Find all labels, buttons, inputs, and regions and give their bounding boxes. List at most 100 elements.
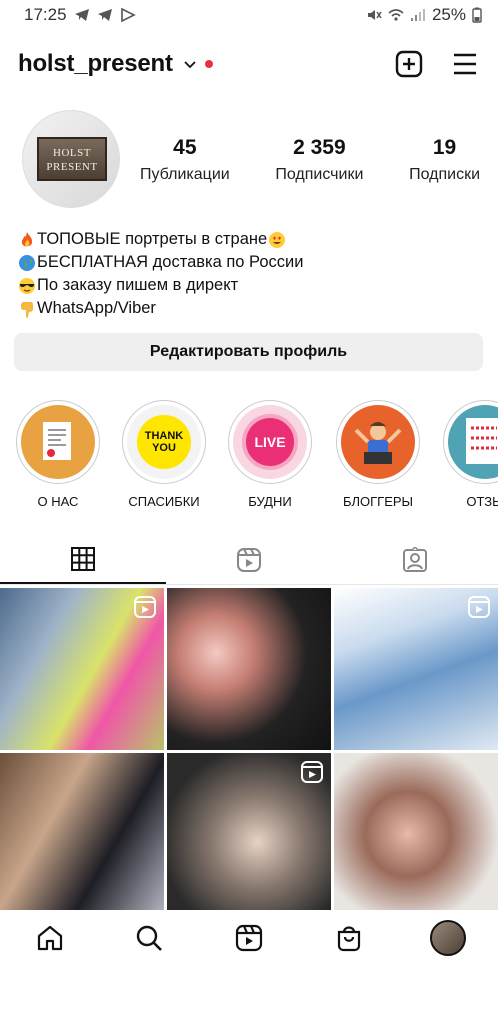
tab-posts[interactable]: [0, 535, 166, 584]
stat-following[interactable]: 19 Подписки: [409, 136, 480, 184]
fire-icon: [21, 231, 33, 246]
highlight-cover: [448, 405, 498, 479]
highlight-bloggers[interactable]: БЛОГГЕРЫ: [336, 400, 420, 509]
battery-icon: [472, 7, 482, 23]
avatar-logo-line1: HOLST: [53, 147, 91, 159]
reel-indicator-icon: [301, 761, 323, 783]
nav-shop[interactable]: [324, 913, 374, 963]
telegram-icon: [97, 9, 112, 21]
hamburger-menu-icon: [454, 53, 476, 75]
username[interactable]: holst_present: [18, 50, 173, 78]
avatar-logo-line2: PRESENT: [46, 161, 98, 173]
edit-profile-button[interactable]: Редактировать профиль: [14, 333, 483, 371]
home-icon: [37, 925, 62, 951]
shopping-bag-icon: [337, 926, 360, 952]
bio-text: БЕСПЛАТНАЯ доставка по России: [37, 253, 304, 271]
bio-line: По заказу пишем в директ: [18, 274, 303, 297]
post-tile[interactable]: [167, 588, 331, 750]
nav-reels[interactable]: [224, 913, 274, 963]
sunglasses-icon: [19, 277, 35, 294]
post-tile[interactable]: [167, 753, 331, 915]
story-highlights: О НАС THANK YOU СПАСИБКИ LIVE БУДНИ БЛОГ…: [0, 400, 498, 510]
profile-tabs: [0, 535, 498, 585]
bottom-navigation: [0, 910, 498, 966]
status-time: 17:25: [24, 5, 67, 24]
highlight-cover: LIVE: [233, 405, 307, 479]
bio-line: БЕСПЛАТНАЯ доставка по России: [18, 251, 303, 274]
post-tile[interactable]: [0, 753, 164, 915]
document-icon: [43, 422, 71, 460]
profile-stats: 45 Публикации 2 359 Подписчики 19 Подпис…: [140, 136, 480, 184]
bio-text: WhatsApp/Viber: [37, 299, 156, 317]
profile-header: holst_present: [0, 44, 498, 84]
wifi-icon: [388, 9, 404, 21]
stat-value: 45: [173, 136, 197, 159]
avatar-logo: HOLST PRESENT: [37, 137, 107, 181]
grid-icon: [71, 546, 95, 571]
bio-text: По заказу пишем в директ: [37, 276, 239, 294]
stat-label: Публикации: [140, 166, 230, 183]
live-badge: LIVE: [242, 414, 298, 470]
stat-followers[interactable]: 2 359 Подписчики: [275, 136, 363, 184]
nav-profile[interactable]: [423, 913, 473, 963]
bio-line: ТОПОВЫЕ портреты в стране: [18, 228, 303, 251]
mute-icon: [367, 10, 382, 20]
battery-percent: 25%: [431, 5, 466, 24]
nav-home[interactable]: [25, 913, 75, 963]
tagged-icon: [403, 546, 427, 572]
tab-reels[interactable]: [166, 535, 332, 584]
notification-dot: [204, 60, 213, 68]
highlight-label: ОТЗЫ: [466, 494, 498, 509]
blogger-icon: [354, 422, 402, 464]
thank-you-badge: THANK YOU: [137, 415, 191, 469]
highlight-ring: [16, 400, 100, 484]
telegram-icon: [74, 9, 89, 21]
chevron-down-icon[interactable]: [183, 57, 197, 71]
create-button[interactable]: [394, 49, 424, 79]
bio-text: ТОПОВЫЕ портреты в стране: [37, 230, 268, 248]
stat-label: Подписчики: [275, 166, 364, 183]
stat-value: 19: [432, 136, 457, 159]
highlight-label: БЛОГГЕРЫ: [342, 494, 414, 509]
profile-avatar-small: [430, 920, 467, 956]
plus-square-icon: [395, 50, 423, 78]
highlight-label: О НАС: [37, 494, 79, 509]
profile-avatar[interactable]: HOLST PRESENT: [22, 110, 120, 208]
review-checklist-icon: [466, 418, 498, 464]
highlight-ring: [443, 400, 498, 484]
bio-line: WhatsApp/Viber: [18, 297, 303, 320]
highlight-cover: [21, 405, 95, 479]
highlight-cover: [341, 405, 415, 479]
post-tile[interactable]: [0, 588, 164, 750]
tab-tagged[interactable]: [332, 535, 498, 584]
highlight-label: БУДНИ: [248, 494, 292, 509]
stat-posts[interactable]: 45 Публикации: [140, 136, 230, 184]
stat-label: Подписки: [409, 166, 480, 183]
highlight-ring: LIVE: [228, 400, 312, 484]
highlight-cover: THANK YOU: [127, 405, 201, 479]
post-tile[interactable]: [334, 588, 498, 750]
highlight-reviews[interactable]: ОТЗЫ: [443, 400, 498, 509]
highlight-label: СПАСИБКИ: [128, 494, 200, 509]
highlight-everyday[interactable]: LIVE БУДНИ: [228, 400, 312, 509]
reels-icon: [235, 924, 263, 952]
status-bar: 17:25 25%: [0, 0, 498, 30]
nav-search[interactable]: [124, 913, 174, 963]
post-tile[interactable]: [334, 753, 498, 915]
point-down-icon: [21, 301, 33, 318]
highlight-ring: THANK YOU: [122, 400, 206, 484]
highlight-thanks[interactable]: THANK YOU СПАСИБКИ: [122, 400, 206, 509]
reel-indicator-icon: [134, 596, 156, 618]
posts-grid: [0, 588, 498, 915]
highlight-ring: [336, 400, 420, 484]
profile-bio: ТОПОВЫЕ портреты в стране БЕСПЛАТНАЯ дос…: [18, 228, 303, 320]
signal-icon: [410, 9, 425, 21]
menu-button[interactable]: [450, 49, 480, 79]
highlight-about[interactable]: О НАС: [16, 400, 100, 509]
reels-icon: [237, 547, 261, 572]
globe-icon: [19, 254, 35, 271]
search-icon: [137, 925, 163, 951]
heart-eyes-icon: [269, 231, 286, 248]
reel-indicator-icon: [468, 596, 490, 618]
stat-value: 2 359: [293, 136, 346, 159]
